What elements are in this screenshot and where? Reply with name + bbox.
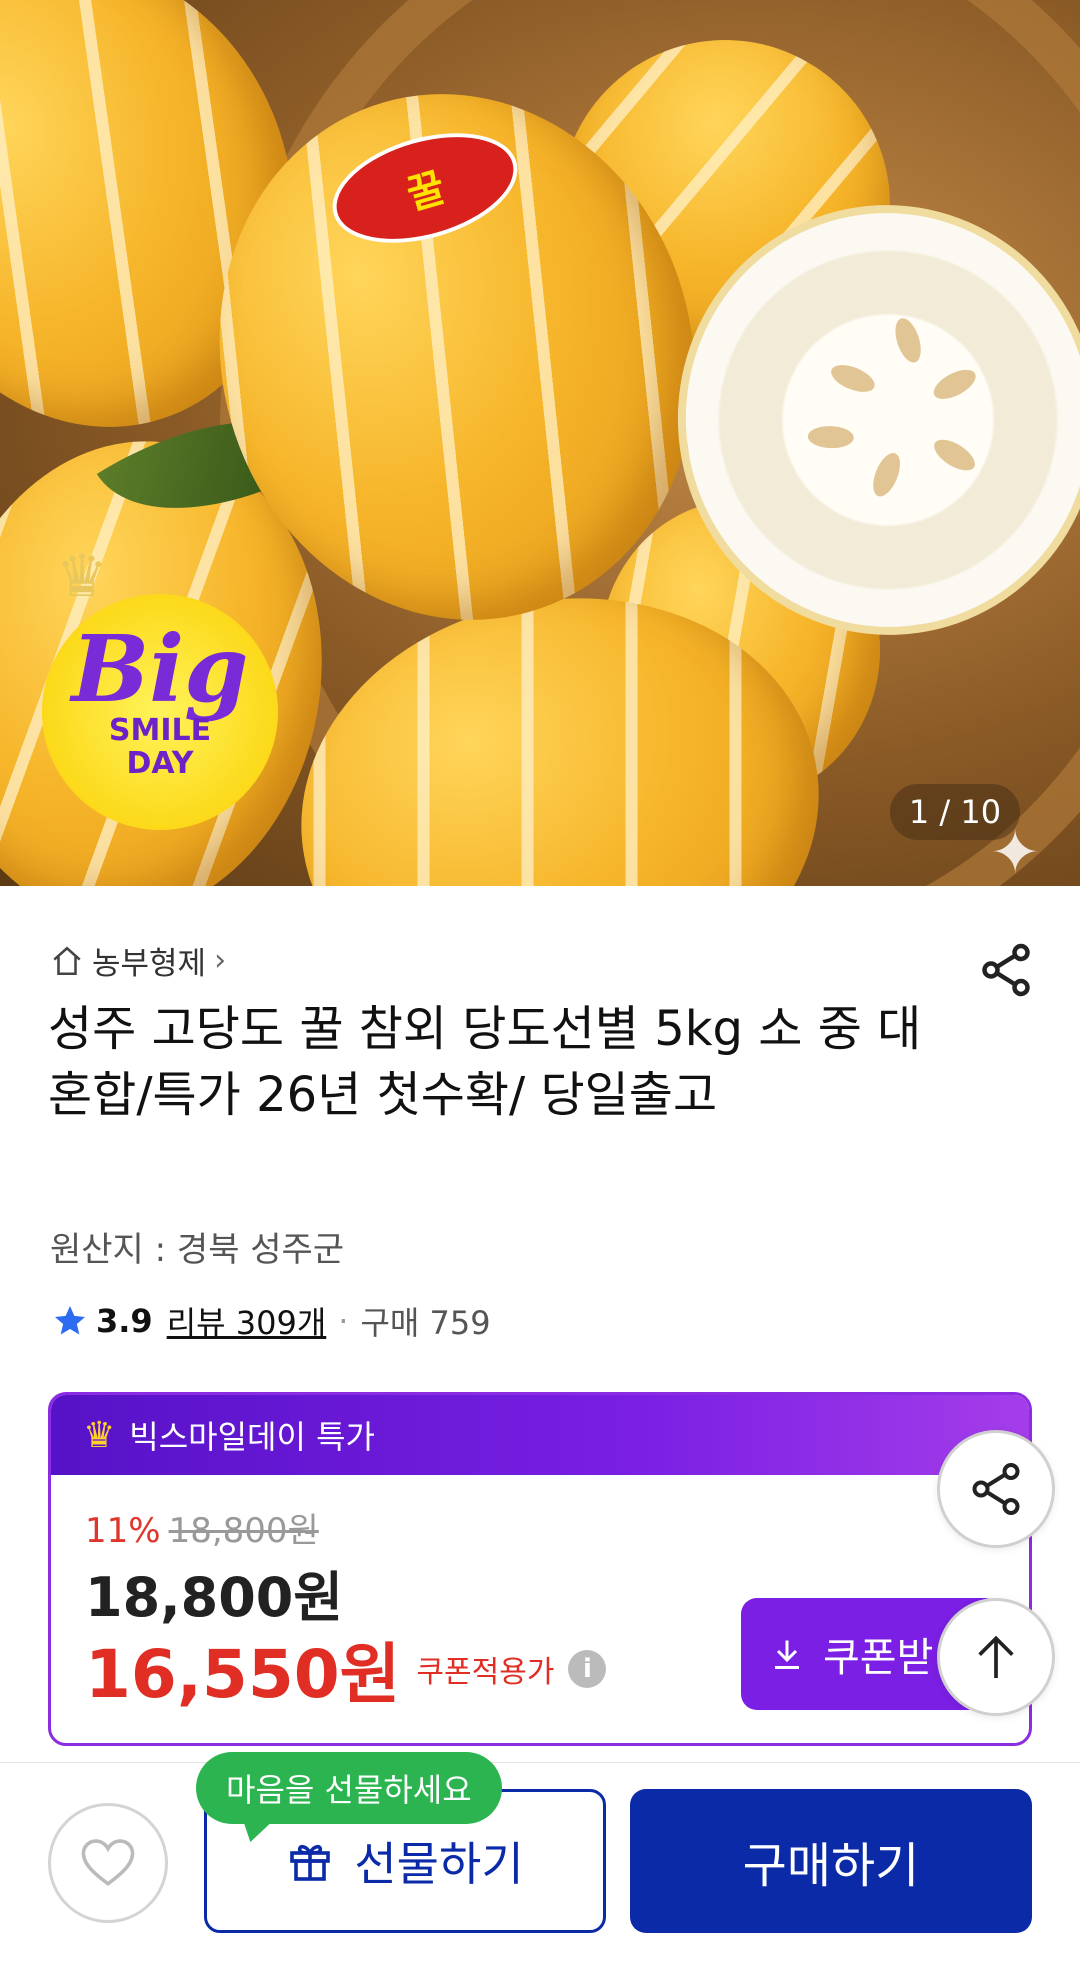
rating-row: 3.9 리뷰 309개 · 구매 759 (52, 1298, 491, 1344)
arrow-up-icon (978, 1635, 1014, 1678)
gift-icon (290, 1844, 331, 1881)
seller-breadcrumb[interactable]: 농부형제 › (50, 938, 226, 983)
star-icon (55, 1306, 85, 1335)
product-detail-page: 꿀 ♛ Big SMILE DAY 1 / 10 ✦ 농부형제 › 성주 고당도… (0, 0, 1080, 1961)
separator-dot: · (338, 1302, 349, 1340)
floating-share-button[interactable] (937, 1430, 1055, 1548)
crown-icon: ♛ (83, 1414, 116, 1456)
original-price-row: 11% 18,800원 (85, 1503, 319, 1552)
heart-icon (81, 1839, 135, 1886)
sparkle-icon: ✦ (990, 818, 1041, 886)
original-price: 18,800원 (168, 1511, 319, 1551)
product-origin: 원산지 : 경북 성주군 (50, 1230, 345, 1270)
share-icon (972, 1463, 1020, 1515)
share-icon (982, 943, 1030, 997)
price-box: ♛ 빅스마일데이 특가 11% 18,800원 18,800원 16,550원 … (48, 1392, 1032, 1746)
info-icon[interactable]: i (568, 1650, 607, 1688)
discount-rate: 11% (85, 1511, 161, 1551)
product-image-carousel[interactable]: 꿀 ♛ Big SMILE DAY 1 / 10 ✦ (0, 0, 1080, 886)
product-title: 성주 고당도 꿀 참외 당도선별 5kg 소 중 대 혼합/특가 26년 첫수확… (48, 1001, 922, 1123)
home-icon (53, 946, 81, 975)
download-icon (775, 1640, 799, 1669)
seller-name[interactable]: 농부형제 (92, 938, 206, 983)
get-coupon-label: 쿠폰받 (823, 1635, 934, 1681)
gift-button-label: 선물하기 (354, 1837, 524, 1891)
coupon-price-row: 16,550원 쿠폰적용가 i (85, 1621, 607, 1717)
share-button[interactable] (976, 940, 1036, 1000)
scroll-to-top-button[interactable] (937, 1598, 1055, 1716)
review-count-link[interactable]: 리뷰 309개 (167, 1298, 327, 1344)
gift-tooltip: 마음을 선물하세요 (196, 1752, 502, 1824)
coupon-price: 16,550원 (85, 1636, 401, 1713)
coupon-price-label: 쿠폰적용가 (416, 1655, 555, 1690)
big-smile-day-badge: ♛ Big SMILE DAY (42, 542, 278, 830)
purchase-count: 구매 759 (360, 1304, 491, 1342)
bottom-action-bar: 선물하기 구매하기 (0, 1762, 1080, 1961)
price-box-header: ♛ 빅스마일데이 특가 (51, 1395, 1029, 1475)
promo-label: 빅스마일데이 특가 (129, 1418, 375, 1456)
buy-button-label: 구매하기 (742, 1838, 920, 1894)
crown-icon: ♛ (56, 542, 108, 610)
buy-button[interactable]: 구매하기 (630, 1789, 1032, 1933)
chevron-right-icon: › (214, 943, 227, 978)
wishlist-button[interactable] (48, 1803, 168, 1923)
rating-score: 3.9 (96, 1302, 153, 1340)
